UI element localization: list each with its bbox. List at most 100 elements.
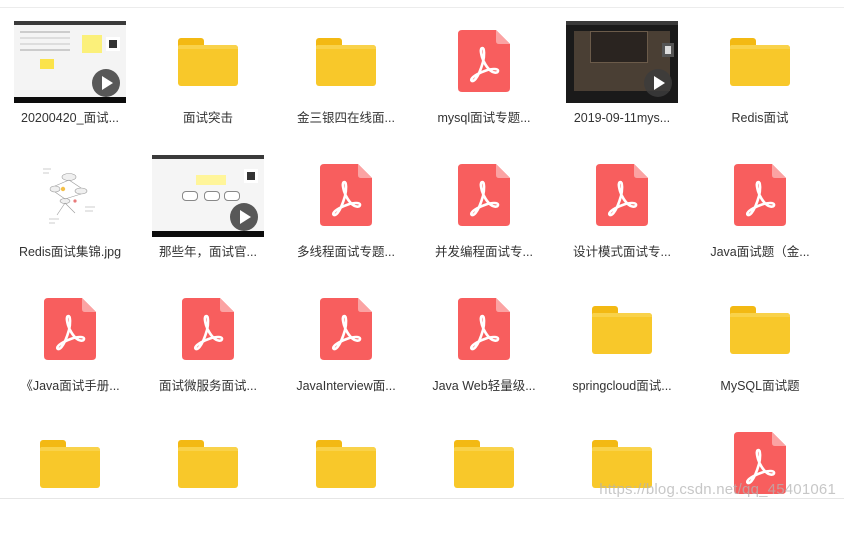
file-thumbnail — [1, 282, 139, 374]
file-thumbnail — [277, 416, 415, 508]
file-thumbnail — [277, 148, 415, 240]
file-item[interactable]: Redis面试 — [691, 14, 829, 148]
sticky-note — [40, 59, 54, 69]
frame-text-lines — [20, 31, 70, 33]
qr-code — [106, 37, 120, 51]
file-name: 2019-09-11mys... — [573, 111, 671, 125]
file-name: Redis面试集锦.jpg — [18, 245, 122, 259]
folder-body — [454, 447, 514, 488]
file-item[interactable] — [139, 416, 277, 550]
file-thumbnail — [415, 148, 553, 240]
frame-dialog — [590, 31, 648, 63]
folder-body — [178, 447, 238, 488]
file-name: 金三银四在线面... — [297, 111, 395, 125]
file-thumbnail — [553, 14, 691, 106]
pdf-file-icon — [734, 164, 786, 226]
diagram-node — [204, 191, 220, 201]
file-item[interactable]: 多线程面试专题... — [277, 148, 415, 282]
file-item[interactable]: 面试突击 — [139, 14, 277, 148]
bottom-divider — [0, 498, 844, 499]
video-thumbnail-icon — [152, 155, 264, 237]
file-thumbnail — [553, 148, 691, 240]
file-thumbnail — [691, 14, 829, 106]
watermark-text: https://blog.csdn.net/qq_45401061 — [599, 481, 836, 498]
play-icon[interactable] — [230, 203, 258, 231]
folder-icon — [730, 38, 790, 86]
folder-body — [316, 447, 376, 488]
file-thumbnail — [1, 148, 139, 240]
pdf-file-icon — [182, 298, 234, 360]
folder-icon — [454, 440, 514, 488]
pdf-file-icon — [320, 164, 372, 226]
file-item[interactable]: mysql面试专题... — [415, 14, 553, 148]
file-thumbnail — [277, 282, 415, 374]
file-item[interactable]: Java面试题（金... — [691, 148, 829, 282]
file-item[interactable]: Java Web轻量级... — [415, 282, 553, 416]
pdf-file-icon — [458, 30, 510, 92]
file-item[interactable]: 面试微服务面试... — [139, 282, 277, 416]
qr-code — [662, 43, 674, 57]
file-name: Java Web轻量级... — [432, 379, 536, 393]
file-grid: 20200420_面试... 面试突击 金三银四在线面... mysql面试专题...… — [1, 14, 829, 550]
file-name: 面试突击 — [182, 111, 233, 125]
file-thumbnail — [553, 282, 691, 374]
file-thumbnail — [1, 14, 139, 106]
file-name: springcloud面试... — [572, 379, 672, 393]
file-thumbnail — [691, 148, 829, 240]
folder-body — [730, 45, 790, 86]
folder-body — [40, 447, 100, 488]
file-item[interactable]: springcloud面试... — [553, 282, 691, 416]
image-thumbnail-icon — [35, 155, 105, 235]
file-thumbnail — [139, 14, 277, 106]
folder-body — [178, 45, 238, 86]
file-item[interactable] — [1, 416, 139, 550]
file-thumbnail — [415, 14, 553, 106]
file-item[interactable]: MySQL面试题 — [691, 282, 829, 416]
file-name: mysql面试专题... — [437, 111, 531, 125]
play-icon[interactable] — [92, 69, 120, 97]
file-thumbnail — [139, 416, 277, 508]
file-name: Redis面试 — [731, 111, 789, 125]
file-item[interactable]: 《Java面试手册... — [1, 282, 139, 416]
file-name: 多线程面试专题... — [297, 245, 395, 259]
file-item[interactable]: Redis面试集锦.jpg — [1, 148, 139, 282]
file-thumbnail — [1, 416, 139, 508]
file-thumbnail — [277, 14, 415, 106]
file-name: 20200420_面试... — [21, 111, 119, 125]
file-thumbnail — [139, 282, 277, 374]
diagram-node — [182, 191, 198, 201]
file-thumbnail — [415, 416, 553, 508]
file-item[interactable]: 20200420_面试... — [1, 14, 139, 148]
diagram-node — [224, 191, 240, 201]
pdf-file-icon — [458, 298, 510, 360]
qr-code — [244, 169, 258, 183]
pdf-file-icon — [320, 298, 372, 360]
pdf-file-icon — [458, 164, 510, 226]
file-item[interactable]: 2019-09-11mys... — [553, 14, 691, 148]
file-item[interactable]: 设计模式面试专... — [553, 148, 691, 282]
file-item[interactable]: 那些年，面试官... — [139, 148, 277, 282]
file-name: JavaInterview面... — [296, 379, 396, 393]
folder-body — [592, 313, 652, 354]
folder-icon — [730, 306, 790, 354]
file-thumbnail — [139, 148, 277, 240]
file-item[interactable] — [415, 416, 553, 550]
pdf-file-icon — [44, 298, 96, 360]
file-item[interactable] — [277, 416, 415, 550]
file-name: 那些年，面试官... — [159, 245, 257, 259]
file-item[interactable]: 并发编程面试专... — [415, 148, 553, 282]
pdf-file-icon — [596, 164, 648, 226]
file-name: 设计模式面试专... — [573, 245, 671, 259]
file-name: Java面试题（金... — [710, 245, 810, 259]
file-item[interactable]: JavaInterview面... — [277, 282, 415, 416]
file-name: MySQL面试题 — [720, 379, 800, 393]
folder-body — [730, 313, 790, 354]
file-name: 并发编程面试专... — [435, 245, 533, 259]
file-name: 《Java面试手册... — [20, 379, 120, 393]
video-thumbnail-icon — [14, 21, 126, 103]
folder-icon — [316, 440, 376, 488]
folder-icon — [178, 38, 238, 86]
play-icon[interactable] — [644, 69, 672, 97]
file-item[interactable]: 金三银四在线面... — [277, 14, 415, 148]
folder-icon — [592, 306, 652, 354]
